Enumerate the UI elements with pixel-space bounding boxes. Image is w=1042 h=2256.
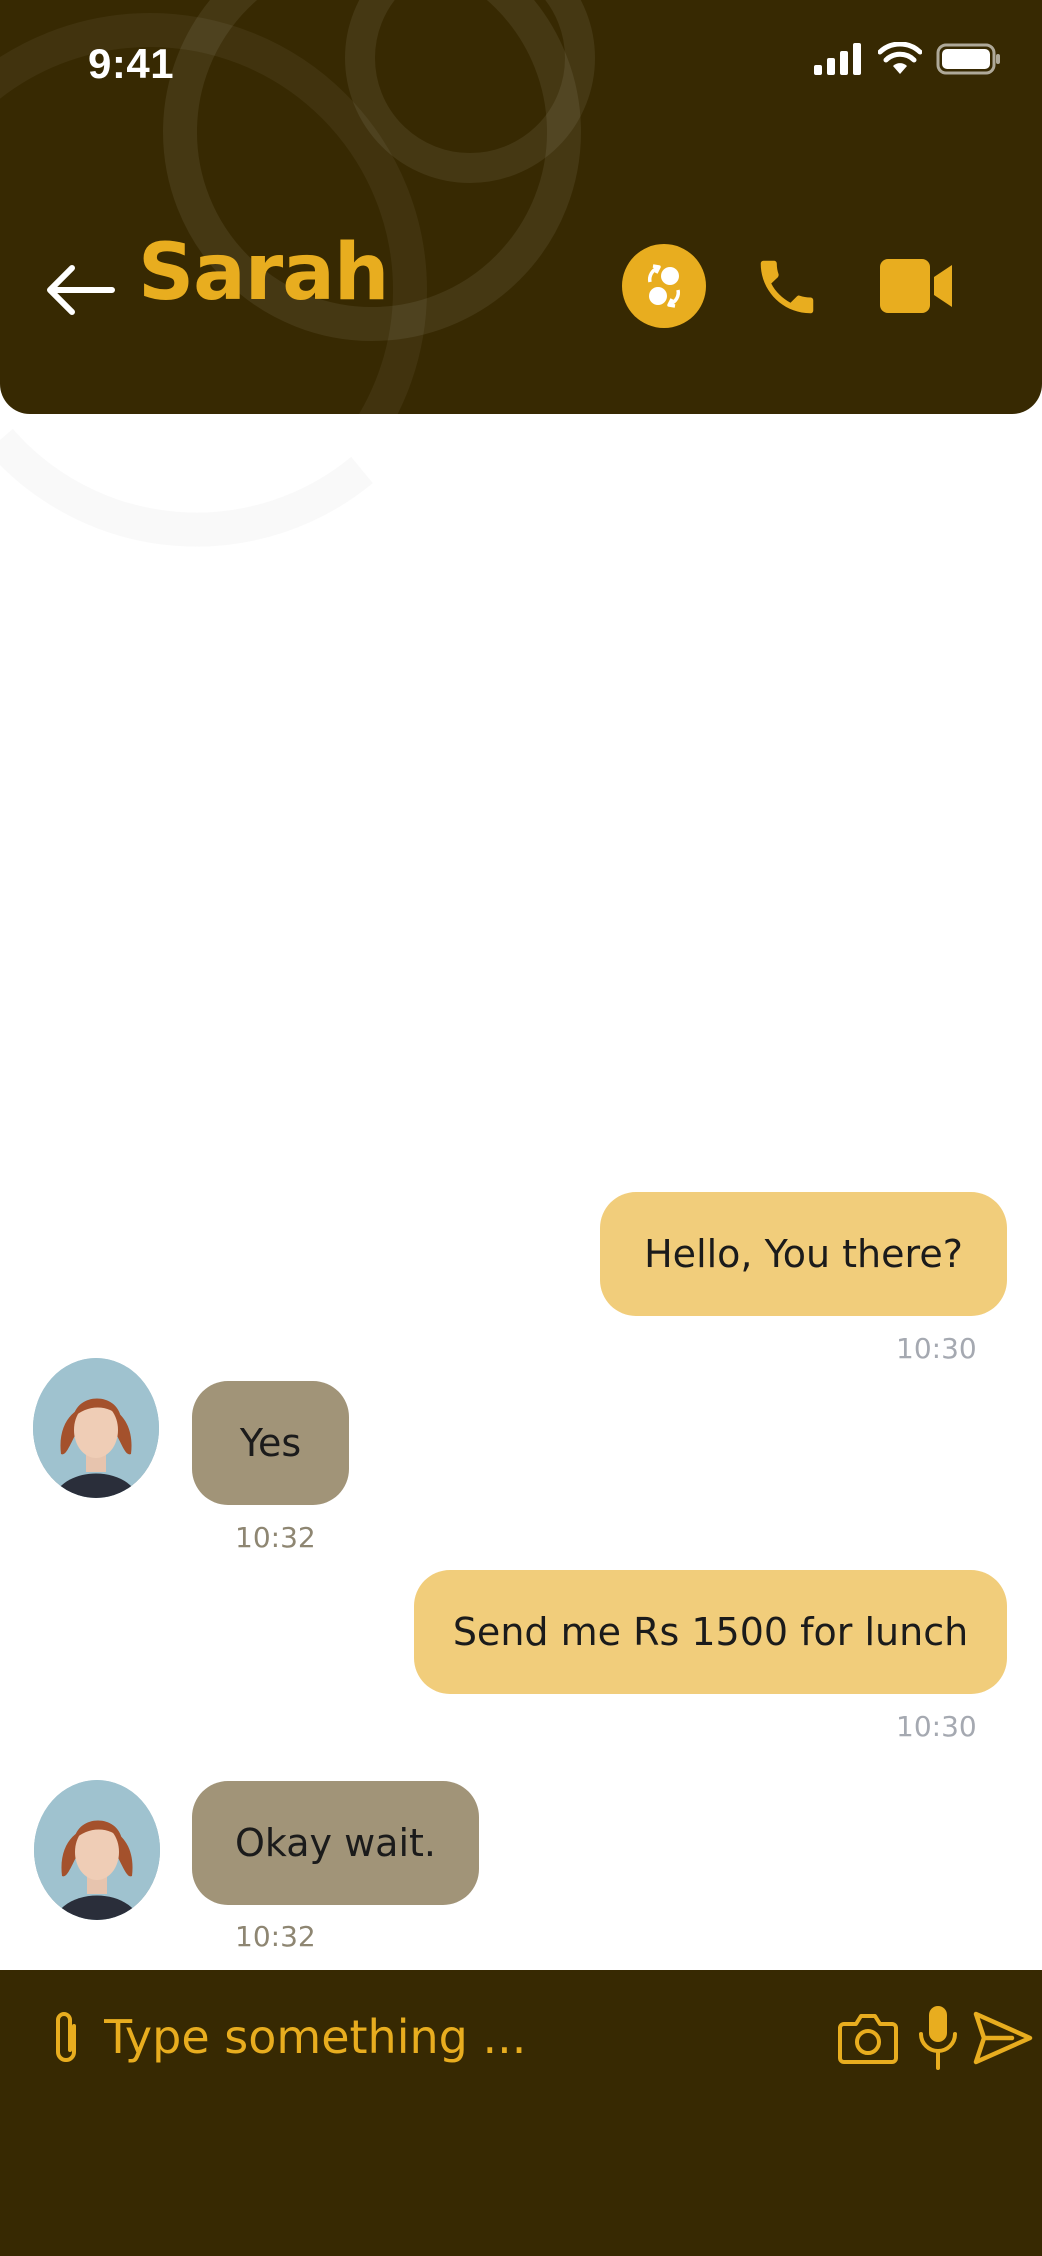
avatar-photo xyxy=(33,1358,159,1498)
message-bubble-outgoing[interactable]: Send me Rs 1500 for lunch xyxy=(414,1570,1007,1694)
message-input[interactable] xyxy=(104,1996,804,2078)
chat-header: 9:41 Sarah xyxy=(0,0,1042,414)
arrow-left-icon xyxy=(47,265,115,315)
attach-button[interactable] xyxy=(48,2006,84,2070)
message-text: Yes xyxy=(239,1421,302,1465)
send-button[interactable] xyxy=(972,2010,1034,2066)
camera-icon xyxy=(838,2014,898,2064)
voice-call-button[interactable] xyxy=(752,252,822,322)
video-camera-icon xyxy=(880,259,952,313)
send-icon xyxy=(973,2011,1033,2065)
message-text: Okay wait. xyxy=(234,1821,436,1865)
message-composer xyxy=(0,1970,1042,2256)
message-bubble-incoming[interactable]: Okay wait. xyxy=(192,1781,479,1905)
avatar-photo xyxy=(34,1780,160,1920)
signal-icon xyxy=(814,43,861,75)
swap-currency-icon xyxy=(647,264,681,308)
message-timestamp: 10:30 xyxy=(896,1710,977,1743)
microphone-icon xyxy=(919,2006,957,2070)
avatar xyxy=(33,1358,159,1498)
status-time: 9:41 xyxy=(88,40,175,87)
battery-icon xyxy=(936,43,1000,75)
money-transfer-button[interactable] xyxy=(622,244,706,328)
message-bubble-outgoing[interactable]: Hello, You there? xyxy=(600,1192,1007,1316)
microphone-button[interactable] xyxy=(916,2004,960,2072)
message-timestamp: 10:30 xyxy=(896,1332,977,1365)
avatar xyxy=(34,1780,160,1920)
status-icons xyxy=(814,42,1002,76)
message-bubble-incoming[interactable]: Yes xyxy=(192,1381,349,1505)
wifi-icon xyxy=(878,42,922,74)
message-text: Hello, You there? xyxy=(644,1232,963,1276)
video-call-button[interactable] xyxy=(878,255,954,317)
paperclip-icon xyxy=(56,2012,76,2062)
camera-button[interactable] xyxy=(838,2010,898,2066)
phone-icon xyxy=(760,260,814,314)
message-timestamp: 10:32 xyxy=(235,1521,316,1554)
message-text: Send me Rs 1500 for lunch xyxy=(452,1610,969,1654)
back-button[interactable] xyxy=(44,262,116,318)
contact-name[interactable]: Sarah xyxy=(138,228,389,318)
message-timestamp: 10:32 xyxy=(235,1920,316,1953)
